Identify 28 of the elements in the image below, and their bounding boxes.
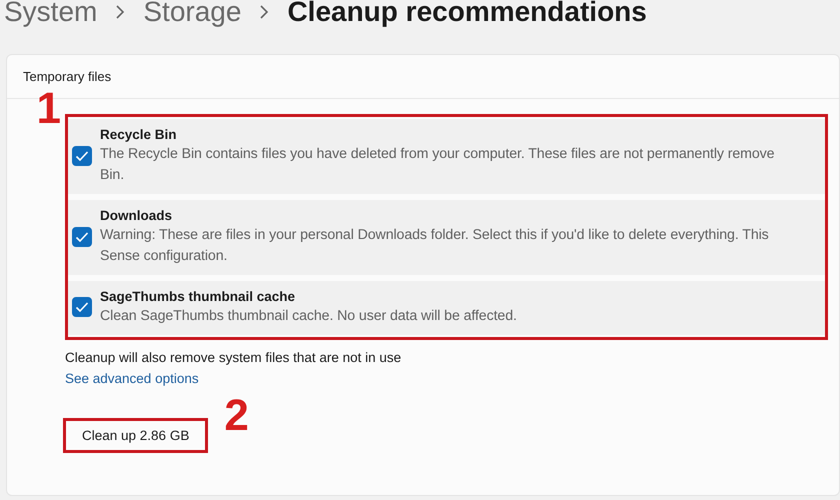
checkbox[interactable]	[72, 297, 92, 317]
item-description: The Recycle Bin contains files you have deleted from your computer. These files are not permanently remove	[100, 145, 774, 164]
checkbox[interactable]	[72, 146, 92, 166]
item-description: Sense configuration.	[100, 247, 228, 266]
chevron-icon	[115, 5, 126, 19]
page-title: Cleanup recommendations	[287, 0, 647, 28]
annotation-number: 1	[36, 87, 61, 131]
chevron-icon	[259, 5, 270, 19]
annotation-number: 2	[224, 394, 249, 438]
cleanup-item[interactable]: Recycle Bin The Recycle Bin contains files you have deleted from your computer. These files are not permanently remove Bin.	[68, 119, 825, 194]
note-text: Cleanup will also remove system files that are not in use	[65, 350, 402, 365]
checkmark-icon	[75, 150, 89, 162]
item-title: Recycle Bin	[100, 126, 178, 144]
cleanup-item[interactable]: Downloads Warning: These are files in your personal Downloads folder. Select this if you'd like to delete everything. This Sense configuration.	[68, 200, 825, 275]
breadcrumb-link[interactable]: System	[4, 0, 98, 28]
item-description: Warning: These are files in your personal Downloads folder. Select this if you'd like to delete everything. This	[100, 226, 769, 245]
item-description: Bin.	[100, 166, 126, 185]
cleanup-item[interactable]: SageThumbs thumbnail cache Clean SageThumbs thumbnail cache. No user data will be affected.	[68, 281, 825, 335]
checkbox[interactable]	[72, 226, 92, 246]
checkmark-icon	[75, 230, 89, 242]
section-title: Temporary files	[22, 68, 112, 86]
item-title: Downloads	[100, 207, 174, 225]
breadcrumb-link[interactable]: Storage	[143, 0, 242, 28]
clean-up-button[interactable]: Clean up 2.86 GB	[63, 418, 208, 453]
checkmark-icon	[75, 301, 89, 313]
advanced-options-link[interactable]: See advanced options	[65, 371, 199, 386]
item-description: Clean SageThumbs thumbnail cache. No user data will be affected.	[100, 307, 517, 326]
item-title: SageThumbs thumbnail cache	[100, 288, 296, 306]
